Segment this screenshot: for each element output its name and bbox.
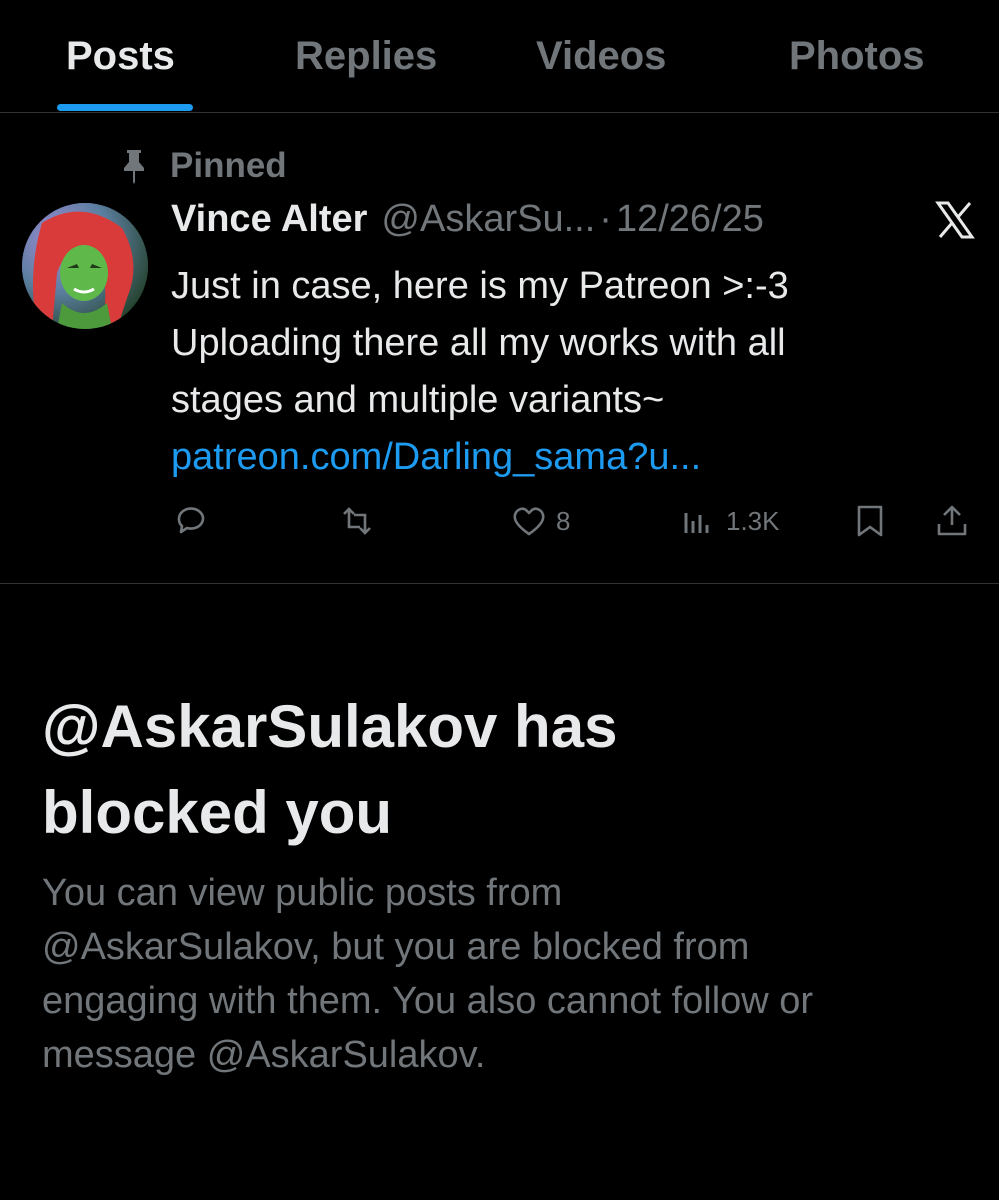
pinned-label: Pinned <box>170 146 287 185</box>
patreon-link[interactable]: patreon.com/Darling_sama?u... <box>171 429 971 486</box>
share-icon <box>937 505 967 536</box>
author-handle[interactable]: @AskarSu... <box>381 198 595 241</box>
tab-replies[interactable]: Replies <box>295 34 437 79</box>
separator-dot: · <box>599 198 612 240</box>
reply-icon <box>177 507 205 534</box>
tab-videos[interactable]: Videos <box>536 34 666 79</box>
bookmark-button[interactable] <box>851 496 889 546</box>
reply-button[interactable] <box>173 496 211 546</box>
post-text-line: stages and multiple variants~ <box>171 379 665 421</box>
blocked-title-line: blocked you <box>42 779 393 846</box>
profile-tabs: Posts Replies Videos Photos <box>0 0 999 113</box>
heart-icon <box>513 507 545 536</box>
tab-posts[interactable]: Posts <box>66 34 175 79</box>
pin-icon <box>124 150 144 184</box>
author-name[interactable]: Vince Alter <box>171 198 367 241</box>
repost-button[interactable] <box>338 496 376 546</box>
views-button[interactable]: 1.3K <box>680 496 780 546</box>
post-actions: 8 1.3K <box>0 496 999 546</box>
share-button[interactable] <box>933 496 971 546</box>
tab-photos[interactable]: Photos <box>789 34 925 79</box>
section-divider <box>0 583 999 584</box>
blocked-description-line: You can view public posts from <box>42 872 563 914</box>
like-count: 8 <box>556 505 571 536</box>
blocked-title-line: @AskarSulakov has <box>42 693 618 760</box>
post-body[interactable]: Just in case, here is my Patreon >:-3 Up… <box>171 258 971 486</box>
avatar-image <box>22 203 148 329</box>
post-text-line: Just in case, here is my Patreon >:-3 <box>171 265 789 307</box>
blocked-title: @AskarSulakov has blocked you <box>42 684 962 856</box>
avatar[interactable] <box>22 203 148 329</box>
pinned-indicator: Pinned <box>120 146 287 186</box>
post-date[interactable]: 12/26/25 <box>616 198 764 241</box>
views-count: 1.3K <box>726 505 780 536</box>
x-logo-icon <box>935 201 975 239</box>
blocked-description: You can view public posts from @AskarSul… <box>42 866 972 1082</box>
blocked-description-line: message @AskarSulakov. <box>42 1034 486 1076</box>
post-header: Vince Alter @AskarSu... · 12/26/25 <box>171 198 764 244</box>
like-button[interactable]: 8 <box>510 496 570 546</box>
bookmark-icon <box>857 505 883 537</box>
blocked-description-line: @AskarSulakov, but you are blocked from <box>42 926 750 968</box>
post-text-line: Uploading there all my works with all <box>171 322 786 364</box>
active-tab-indicator <box>57 104 193 111</box>
views-icon <box>684 513 709 533</box>
repost-icon <box>343 507 371 535</box>
blocked-description-line: engaging with them. You also cannot foll… <box>42 980 814 1022</box>
